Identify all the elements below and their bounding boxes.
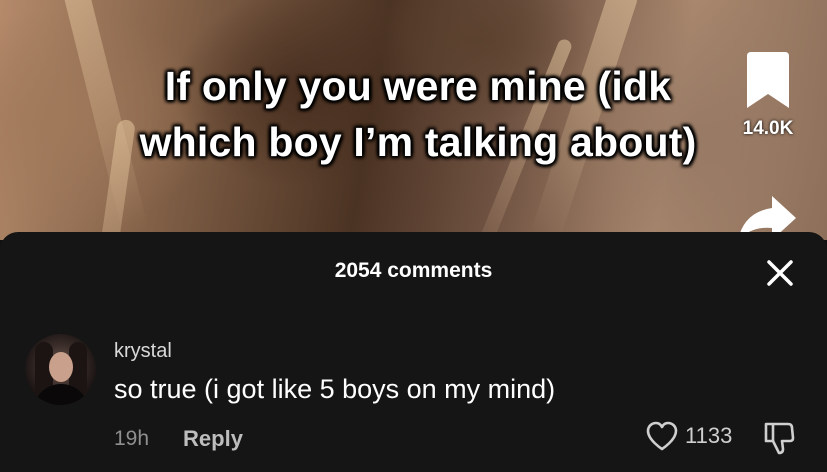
close-icon bbox=[767, 260, 793, 286]
avatar[interactable] bbox=[25, 334, 96, 405]
comment-time: 19h bbox=[114, 427, 150, 450]
heart-icon bbox=[646, 421, 678, 451]
avatar-detail bbox=[49, 352, 73, 382]
comments-count-title: 2054 comments bbox=[334, 259, 493, 282]
video-player[interactable]: If only you were mine (idk which boy I’m… bbox=[0, 0, 827, 240]
close-button[interactable] bbox=[763, 256, 797, 290]
bookmark-count: 14.0K bbox=[742, 118, 794, 139]
caption-line-1: If only you were mine (idk bbox=[164, 63, 672, 109]
comment-item: krystal so true (i got like 5 boys on my… bbox=[0, 328, 827, 468]
video-caption: If only you were mine (idk which boy I’m… bbox=[38, 58, 798, 170]
bookmark-icon bbox=[747, 52, 789, 108]
like-button[interactable]: 1133 bbox=[645, 420, 732, 452]
comment-text: so true (i got like 5 boys on my mind) bbox=[114, 374, 556, 404]
comments-sheet: 2054 comments krystal so true (i got lik… bbox=[0, 232, 827, 472]
dislike-button[interactable] bbox=[762, 420, 798, 456]
bookmark-button[interactable] bbox=[743, 52, 793, 112]
reply-button[interactable]: Reply bbox=[183, 426, 243, 452]
comment-username[interactable]: krystal bbox=[114, 340, 172, 363]
app-screen: If only you were mine (idk which boy I’m… bbox=[0, 0, 827, 472]
caption-line-2: which boy I’m talking about) bbox=[139, 119, 697, 165]
comment-meta: 19h Reply bbox=[114, 426, 243, 452]
dislike-icon bbox=[764, 422, 795, 455]
like-count: 1133 bbox=[685, 423, 733, 448]
